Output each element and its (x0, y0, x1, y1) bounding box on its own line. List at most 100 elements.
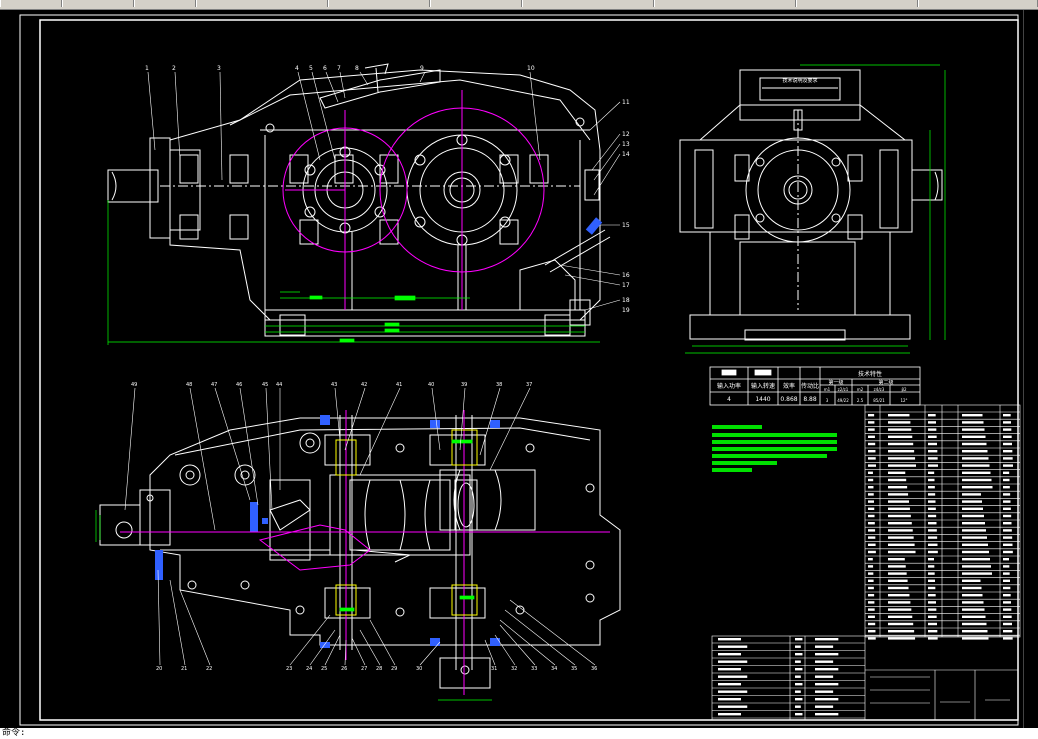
parts-cell-text (888, 594, 910, 597)
parts-cell-text (1003, 586, 1011, 590)
title-cell-text (795, 638, 803, 641)
title-cell-text (718, 698, 741, 701)
toolbar-segment[interactable] (430, 0, 522, 7)
parts-cell-text (962, 493, 981, 496)
title-cell-text (718, 653, 741, 656)
parts-cell-text (962, 457, 989, 460)
parts-cell-text (962, 630, 988, 633)
toolbar-segment[interactable] (0, 0, 62, 7)
inner-frame (39, 19, 1019, 721)
spec-value: 1440 (755, 396, 770, 403)
parts-cell-text (868, 435, 875, 438)
title-cell-text (795, 705, 801, 708)
parts-cell-text (928, 471, 935, 474)
parts-cell-text (928, 442, 937, 446)
parts-cell-text (962, 536, 987, 539)
parts-cell-text (962, 522, 985, 525)
parts-cell-text (888, 464, 916, 467)
balloon-label: 19 (622, 307, 630, 314)
parts-cell-text (928, 435, 937, 438)
title-cell-text (718, 690, 748, 693)
spec-title: 技术特性 (858, 370, 882, 378)
parts-cell-text (888, 608, 912, 611)
parts-cell-text (928, 450, 938, 453)
parts-cell-text (888, 550, 916, 554)
parts-cell-text (962, 471, 991, 474)
balloon-label: 45 (262, 382, 268, 388)
balloon-label: 49 (131, 382, 137, 388)
front-leaders (147, 71, 621, 311)
title-cell-text (718, 645, 748, 648)
toolbar-segment[interactable] (134, 0, 196, 7)
front-gear-pitch-circles (282, 90, 545, 310)
parts-cell-text (1003, 543, 1013, 546)
stage-header: 第一级 (828, 379, 843, 386)
parts-cell-text (1003, 579, 1010, 582)
title-cell-text (815, 660, 834, 663)
parts-cell-text (928, 622, 937, 626)
stage-param: z4/z3 (874, 387, 885, 392)
parts-cell-text (962, 586, 982, 590)
parts-cell-text (1003, 457, 1013, 460)
toolbar-segment[interactable] (918, 0, 1038, 7)
bottom-balloon-labels: 20 21 22 23 24 25 26 27 28 29 30 31 32 3… (131, 382, 597, 672)
parts-cell-text (962, 450, 988, 453)
title-block-text (718, 638, 839, 716)
parts-cell-text (868, 464, 876, 467)
balloon-label: 44 (276, 382, 282, 388)
title-cell-text (795, 645, 801, 648)
title-cell-text (815, 668, 839, 671)
parts-cell-text (928, 572, 935, 575)
parts-cell-text (928, 543, 938, 546)
technical-notes (712, 425, 837, 472)
toolbar-segment[interactable] (654, 0, 796, 7)
parts-cell-text (888, 500, 909, 503)
balloon-label: 15 (622, 222, 630, 229)
top-toolbar-strip (0, 0, 1038, 10)
parts-cell-text (868, 414, 875, 417)
parts-cell-text (888, 486, 908, 489)
parts-cell-text (888, 572, 907, 575)
parts-cell-text (868, 565, 874, 568)
command-line[interactable]: 命令: (0, 728, 1038, 739)
toolbar-segment[interactable] (796, 0, 918, 7)
parts-cell-text (868, 428, 875, 431)
parts-cell-text (868, 586, 874, 590)
parts-cell-text (1003, 471, 1010, 474)
parts-cell-text (1003, 464, 1013, 467)
parts-cell-text (962, 579, 981, 582)
parts-cell-text (1003, 500, 1011, 503)
vertical-scrollbar[interactable] (1023, 10, 1038, 728)
parts-cell-text (868, 558, 873, 561)
parts-cell-text (868, 457, 876, 460)
parts-cell-text (962, 435, 986, 438)
parts-cell-text (962, 478, 992, 482)
spec-header: 效率 (783, 382, 795, 390)
parts-cell-text (1003, 442, 1012, 446)
title-cell-text (718, 638, 741, 641)
spec-header: 输入转速 (751, 382, 775, 390)
toolbar-segment[interactable] (328, 0, 430, 7)
parts-cell-text (962, 622, 987, 626)
toolbar-segment[interactable] (62, 0, 134, 7)
parts-cell-text (888, 435, 913, 438)
balloon-label: 41 (396, 382, 402, 388)
parts-cell-text (1003, 478, 1010, 482)
parts-cell-text (1003, 558, 1009, 561)
parts-cell-text (962, 543, 988, 546)
parts-cell-text (888, 471, 906, 474)
parts-cell-text (1003, 529, 1012, 532)
parts-cell-text (928, 529, 937, 532)
parts-cell-text (868, 637, 876, 640)
balloon-label: 21 (181, 666, 187, 672)
parts-cell-text (868, 594, 875, 597)
toolbar-segment[interactable] (196, 0, 328, 7)
title-cell-text (795, 668, 803, 671)
parts-cell-text (928, 630, 938, 633)
parts-cell-text (1003, 608, 1012, 611)
drawing-canvas[interactable]: 1 2 3 4 5 6 7 8 9 10 11 12 13 14 15 16 1… (0, 10, 1038, 728)
parts-cell-text (868, 442, 876, 446)
toolbar-segment[interactable] (522, 0, 654, 7)
parts-cell-text (928, 601, 936, 604)
cad-drawing: 1 2 3 4 5 6 7 8 9 10 11 12 13 14 15 16 1… (19, 14, 1021, 726)
